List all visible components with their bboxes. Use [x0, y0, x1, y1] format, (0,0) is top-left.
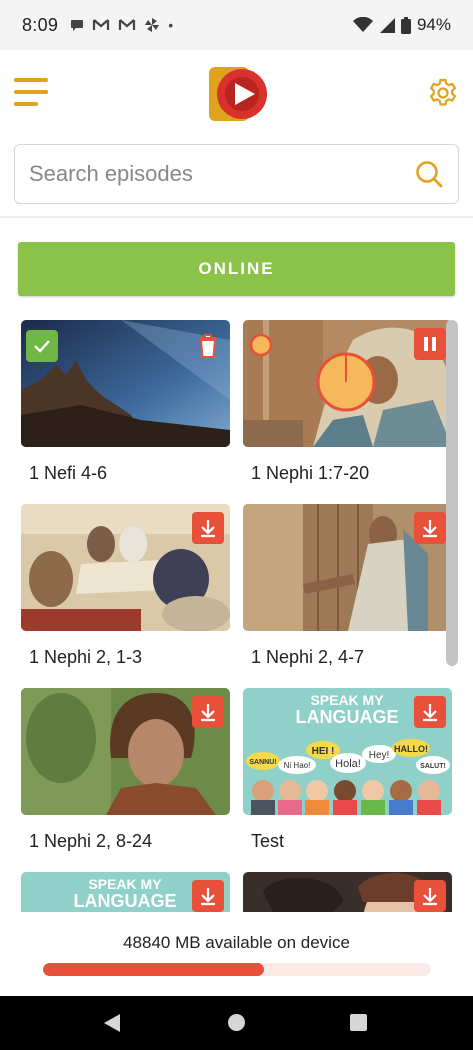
- thumb-bubble: HEI !: [312, 746, 335, 757]
- thumb-speak-my: SPEAK MY: [88, 876, 162, 892]
- gmail-icon: [93, 19, 110, 30]
- search-box: [14, 144, 459, 204]
- episode-card[interactable]: 1 Nephi 2, 4-7: [243, 504, 452, 667]
- episode-grid: 1 Nefi 4-6 1 Nephi 1:7-20 1 Nephi 2, 1-3…: [0, 320, 473, 912]
- wifi-icon: [352, 17, 373, 32]
- episode-card[interactable]: 1 Nephi 2, 1-3: [21, 504, 230, 667]
- home-icon[interactable]: [228, 1014, 245, 1031]
- dot-icon: •: [168, 17, 174, 33]
- search-icon[interactable]: [414, 159, 444, 189]
- download-icon[interactable]: [192, 696, 224, 728]
- thumb-bubble: Hey!: [369, 750, 390, 761]
- episode-title: 1 Nefi 4-6: [29, 463, 108, 483]
- episode-thumbnail: [21, 688, 230, 815]
- pinwheel-icon: [145, 18, 160, 32]
- header-divider: [0, 216, 473, 218]
- episode-thumbnail: [21, 504, 230, 631]
- episode-thumbnail: [243, 320, 452, 447]
- system-nav-bar: [0, 996, 473, 1050]
- episode-thumbnail: [21, 320, 230, 447]
- episode-card[interactable]: SPEAK MY LANGUAGE: [21, 872, 230, 912]
- play-logo-icon: [209, 67, 267, 121]
- battery-icon: [400, 16, 411, 34]
- thumb-bubble: Hola!: [335, 758, 361, 770]
- storage-text: 48840 MB available on device: [123, 933, 350, 952]
- thumb-language: LANGUAGE: [74, 891, 177, 911]
- pause-icon[interactable]: [414, 328, 446, 360]
- episode-thumbnail: SPEAK MY LANGUAGE HEI ! Hey! HALLO! SANN…: [243, 688, 452, 815]
- download-icon[interactable]: [414, 696, 446, 728]
- gmail-icon: [119, 19, 136, 30]
- episode-thumbnail: [243, 504, 452, 631]
- gear-icon[interactable]: [427, 77, 459, 109]
- episode-title: 1 Nephi 1:7-20: [251, 463, 370, 483]
- search-input[interactable]: [29, 161, 414, 187]
- message-icon: [71, 20, 84, 31]
- signal-icon: [379, 18, 395, 33]
- app-header: [0, 50, 473, 140]
- download-icon[interactable]: [192, 512, 224, 544]
- storage-bar: [43, 963, 431, 976]
- episode-title: Test: [251, 831, 285, 851]
- download-icon[interactable]: [414, 512, 446, 544]
- scrollbar[interactable]: [446, 320, 458, 666]
- thumb-language: LANGUAGE: [296, 707, 399, 727]
- notification-icons: •: [70, 17, 173, 33]
- episode-card[interactable]: SPEAK MY LANGUAGE HEI ! Hey! HALLO! SANN…: [243, 688, 452, 851]
- thumb-bubble: HALLO!: [394, 744, 428, 754]
- episode-title: 1 Nephi 2, 1-3: [29, 647, 143, 667]
- episode-title: 1 Nephi 2, 8-24: [29, 831, 153, 851]
- status-time: 8:09: [22, 14, 59, 35]
- episode-card[interactable]: 1 Nephi 1:7-20: [243, 320, 452, 483]
- episode-card[interactable]: 1 Nefi 4-6: [21, 320, 230, 483]
- check-icon: [26, 330, 58, 362]
- episode-card[interactable]: [243, 872, 452, 912]
- recents-icon[interactable]: [350, 1014, 367, 1031]
- back-icon[interactable]: [103, 1013, 121, 1033]
- status-bar: 8:09 • 94%: [0, 0, 473, 50]
- storage-bar-fill: [43, 963, 265, 976]
- hamburger-menu-icon[interactable]: [14, 78, 48, 108]
- episode-thumbnail: [243, 872, 452, 912]
- thumb-speak-my: SPEAK MY: [310, 692, 384, 708]
- thumb-bubble: SALUT!: [420, 763, 446, 770]
- episode-thumbnail: SPEAK MY LANGUAGE: [21, 872, 230, 912]
- thumb-bubble: SANNU!: [249, 759, 276, 766]
- battery-percent: 94%: [416, 15, 451, 34]
- trash-icon[interactable]: [192, 330, 224, 362]
- download-icon[interactable]: [414, 880, 446, 912]
- episode-card[interactable]: 1 Nephi 2, 8-24: [21, 688, 230, 851]
- episode-title: 1 Nephi 2, 4-7: [251, 647, 365, 667]
- thumb-bubble: Ni Hao!: [284, 761, 311, 770]
- storage-footer: 48840 MB available on device: [0, 912, 473, 996]
- system-indicators: 94%: [352, 15, 451, 35]
- download-icon[interactable]: [192, 880, 224, 912]
- online-button[interactable]: ONLINE: [18, 242, 455, 296]
